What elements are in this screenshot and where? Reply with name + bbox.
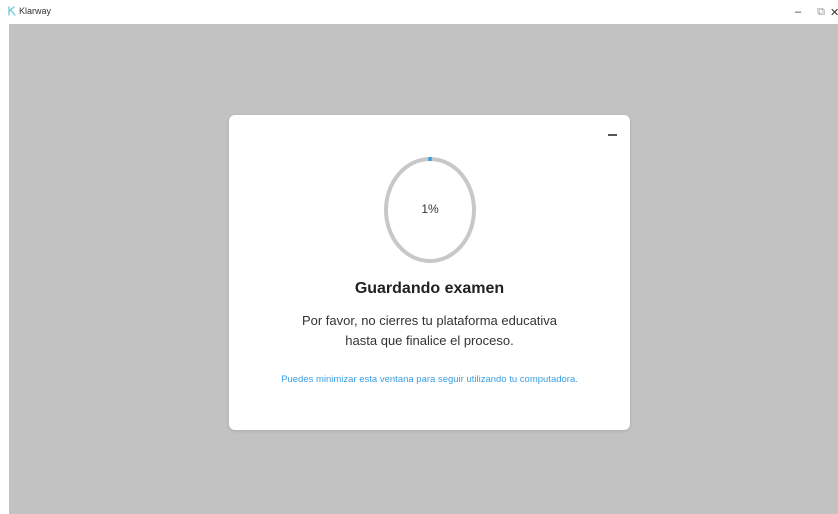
window-restore-button[interactable]: ⧉: [811, 0, 831, 24]
title-bar: Klarway – ⧉ ✕: [0, 0, 838, 24]
klarway-logo-icon: [8, 6, 16, 16]
window-close-button[interactable]: ✕: [830, 0, 838, 24]
dialog-title: Guardando examen: [354, 280, 505, 297]
dialog-message-line-1: Por favor, no cierres tu plataforma educ…: [301, 313, 558, 328]
dialog-message-line-2: hasta que finalice el proceso.: [345, 333, 514, 348]
progress-percent-label: 1%: [421, 202, 439, 216]
minimize-hint-link[interactable]: Puedes minimizar esta ventana para segui…: [229, 374, 630, 385]
dialog-message: Por favor, no cierres tu plataforma educ…: [229, 311, 630, 351]
window-minimize-button[interactable]: –: [788, 0, 808, 24]
dialog-minimize-icon[interactable]: [606, 126, 620, 140]
saving-exam-dialog: 1% Guardando examen Por favor, no cierre…: [229, 115, 630, 430]
app-title: Klarway: [19, 6, 52, 16]
progress-indicator: 1%: [382, 155, 478, 265]
